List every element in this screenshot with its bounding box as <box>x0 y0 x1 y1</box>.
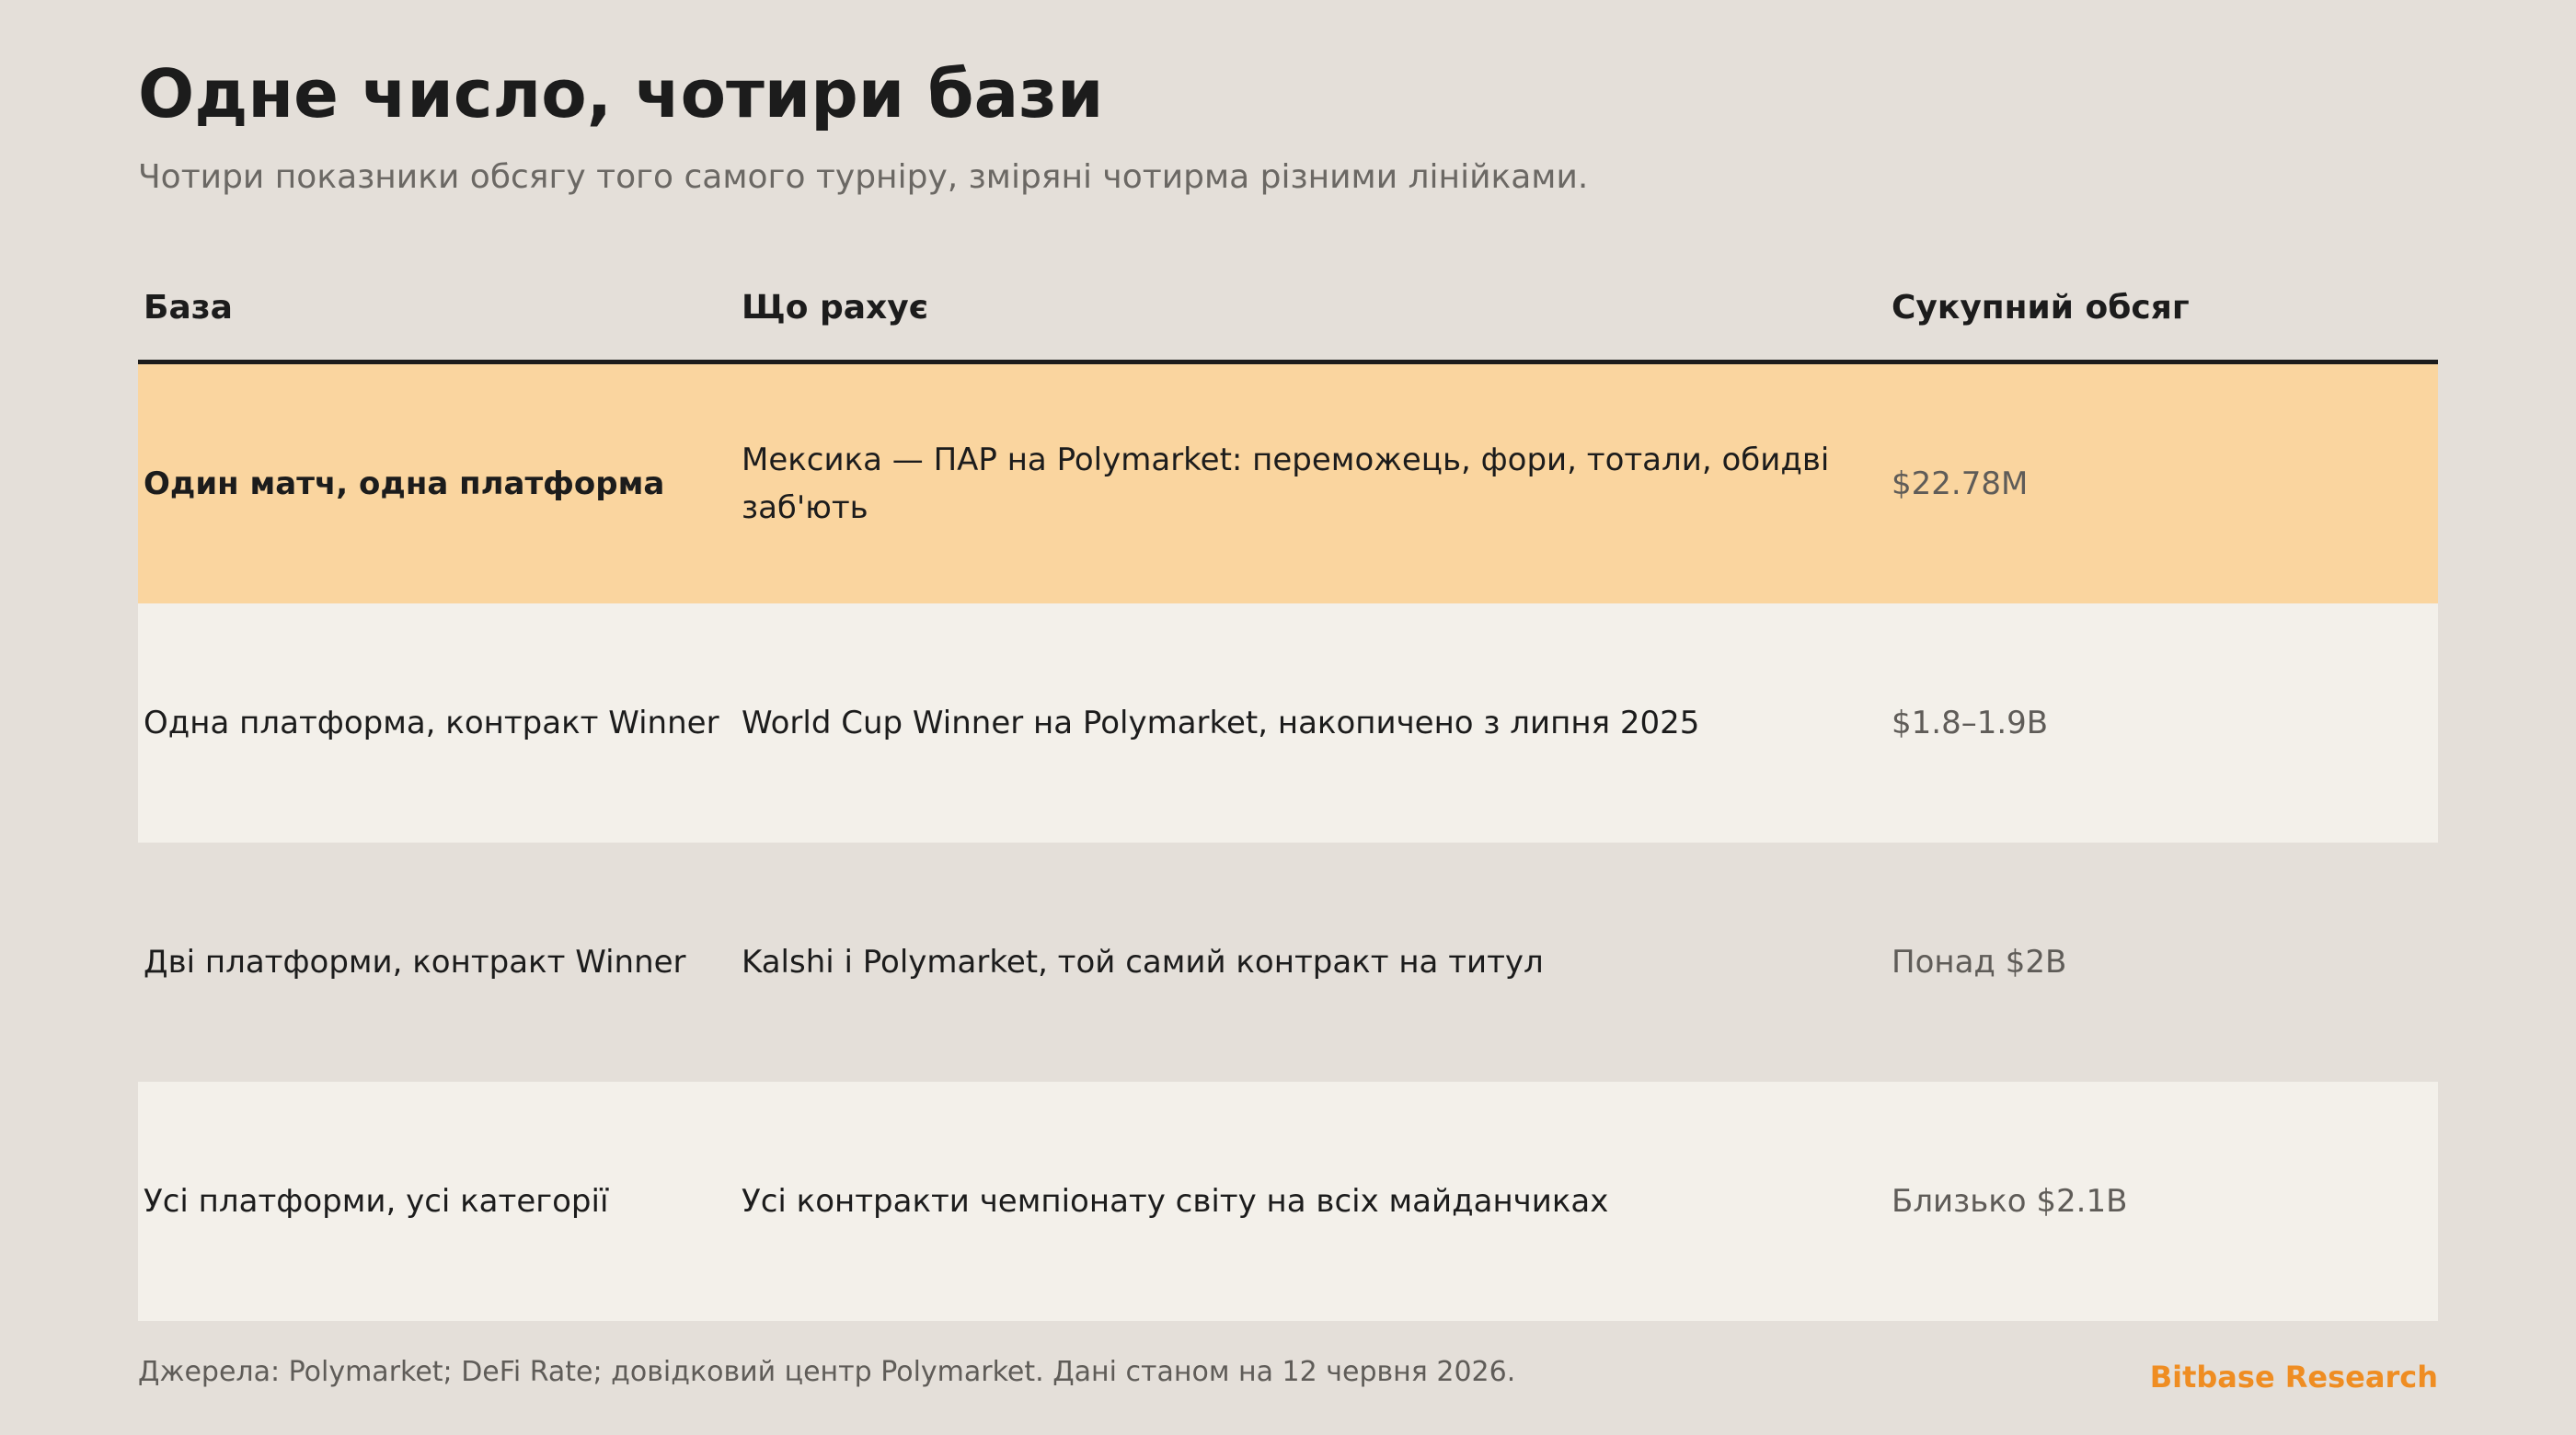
row-counts: Kalshi і Polymarket, той самий контракт … <box>742 944 1544 981</box>
row-counts: Мексика — ПАР на Polymarket: переможець,… <box>742 442 1830 526</box>
comparison-table: База Що рахує Сукупний обсяг Один матч, … <box>138 267 2438 1321</box>
row-counts: World Cup Winner на Polymarket, накопиче… <box>742 705 1700 741</box>
table-row: Усі платформи, усі категорії Усі контрак… <box>138 1082 2438 1321</box>
row-base: Усі платформи, усі категорії <box>144 1183 609 1220</box>
row-volume: $1.8–1.9B <box>1892 705 2049 741</box>
source-note: Джерела: Polymarket; DeFi Rate; довідков… <box>138 1356 1516 1388</box>
table-row: Один матч, одна платформа Мексика — ПАР … <box>138 364 2438 603</box>
header-volume: Сукупний обсяг <box>1892 289 2190 327</box>
table-header: База Що рахує Сукупний обсяг <box>138 267 2438 364</box>
row-volume: Близько $2.1B <box>1892 1183 2128 1220</box>
table-row: Дві платформи, контракт Winner Kalshi і … <box>138 843 2438 1082</box>
row-counts: Усі контракти чемпіонату світу на всіх м… <box>742 1183 1609 1220</box>
row-volume: Понад $2B <box>1892 944 2067 981</box>
table-row: Одна платформа, контракт Winner World Cu… <box>138 603 2438 843</box>
header-counts: Що рахує <box>742 289 929 327</box>
page-title: Одне число, чотири бази <box>138 55 1104 132</box>
row-base: Одна платформа, контракт Winner <box>144 705 719 741</box>
header-base: База <box>144 289 233 327</box>
row-base: Дві платформи, контракт Winner <box>144 944 686 981</box>
row-volume: $22.78M <box>1892 465 2029 502</box>
page-subtitle: Чотири показники обсягу того самого турн… <box>138 158 1589 196</box>
brand-logo-text: Bitbase Research <box>2149 1360 2438 1395</box>
row-base: Один матч, одна платформа <box>144 465 665 502</box>
